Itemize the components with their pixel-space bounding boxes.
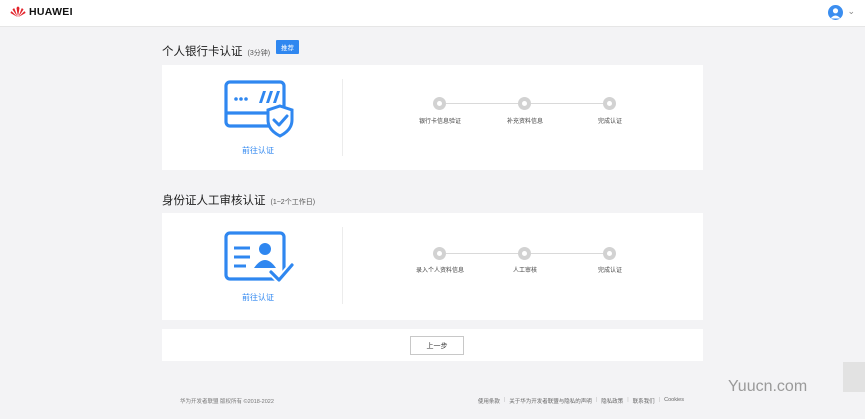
step-3-dot — [603, 97, 616, 110]
user-avatar-icon[interactable] — [828, 5, 843, 20]
card-divider — [342, 227, 343, 304]
footer-link-cookies[interactable]: Cookies — [664, 397, 684, 405]
step-2-label: 人工审核 — [512, 268, 537, 274]
bank-card-auth-card: 前往认证 银行卡信息验证 补充资料信息 完成认证 — [162, 65, 703, 170]
section-title-text: 个人银行卡认证 — [162, 46, 243, 58]
footer-links: 使用条款 | 关于华为开发者联盟与隐私的声明 | 隐私政策 | 联系我们 | C… — [478, 397, 684, 405]
footer-link-terms[interactable]: 使用条款 — [478, 397, 500, 405]
step-2-dot — [518, 97, 531, 110]
brand-name: HUAWEI — [29, 6, 73, 18]
footer-link-privacy-policy[interactable]: 隐私政策 — [601, 397, 623, 405]
section-subtitle: (1~2个工作日) — [270, 199, 316, 206]
footer-separator: | — [658, 397, 661, 403]
watermark-text: Yuucn.com — [728, 378, 808, 395]
step-1-label: 银行卡信息验证 — [418, 119, 461, 125]
id-card-check-icon — [224, 231, 294, 284]
go-verify-bank-card-link[interactable]: 前往认证 — [162, 145, 354, 156]
footer-separator: | — [595, 397, 598, 403]
top-bar: HUAWEI ⌄ — [0, 0, 865, 27]
navigation-bar: 上一步 — [162, 329, 703, 361]
footer-separator: | — [627, 397, 629, 403]
huawei-flower-icon — [10, 6, 26, 17]
bank-card-shield-icon — [224, 80, 294, 138]
footer-separator: | — [503, 397, 506, 403]
huawei-logo[interactable]: HUAWEI — [10, 6, 73, 18]
go-verify-id-card-link[interactable]: 前往认证 — [162, 292, 354, 303]
step-1-dot — [433, 247, 446, 260]
footer-link-privacy-statement[interactable]: 关于华为开发者联盟与隐私的声明 — [509, 397, 592, 405]
bank-card-section-title: 个人银行卡认证 (3分钟) — [162, 43, 270, 59]
step-2-label: 补充资料信息 — [506, 119, 543, 125]
previous-step-button[interactable]: 上一步 — [410, 336, 464, 355]
section-title-text: 身份证人工审核认证 — [162, 195, 266, 207]
floating-side-widget[interactable] — [843, 362, 865, 392]
chevron-down-icon[interactable]: ⌄ — [847, 6, 855, 17]
step-2-dot — [518, 247, 531, 260]
step-connector — [446, 253, 525, 254]
step-connector — [446, 103, 525, 104]
step-connector — [531, 103, 610, 104]
step-1-label: 录入个人资料信息 — [415, 268, 464, 274]
footer-copyright: 华为开发者联盟 版权所有 ©2018-2022 — [180, 399, 274, 405]
card-divider — [342, 79, 343, 156]
step-3-label: 完成认证 — [597, 268, 622, 274]
recommended-badge: 推荐 — [276, 40, 299, 54]
id-card-section-title: 身份证人工审核认证 (1~2个工作日) — [162, 192, 315, 208]
section-subtitle: (3分钟) — [247, 50, 271, 57]
step-1-dot — [433, 97, 446, 110]
step-connector — [531, 253, 610, 254]
step-3-dot — [603, 247, 616, 260]
step-3-label: 完成认证 — [597, 119, 622, 125]
footer-link-contact[interactable]: 联系我们 — [633, 397, 655, 405]
id-card-auth-card: 前往认证 录入个人资料信息 人工审核 完成认证 — [162, 213, 703, 320]
